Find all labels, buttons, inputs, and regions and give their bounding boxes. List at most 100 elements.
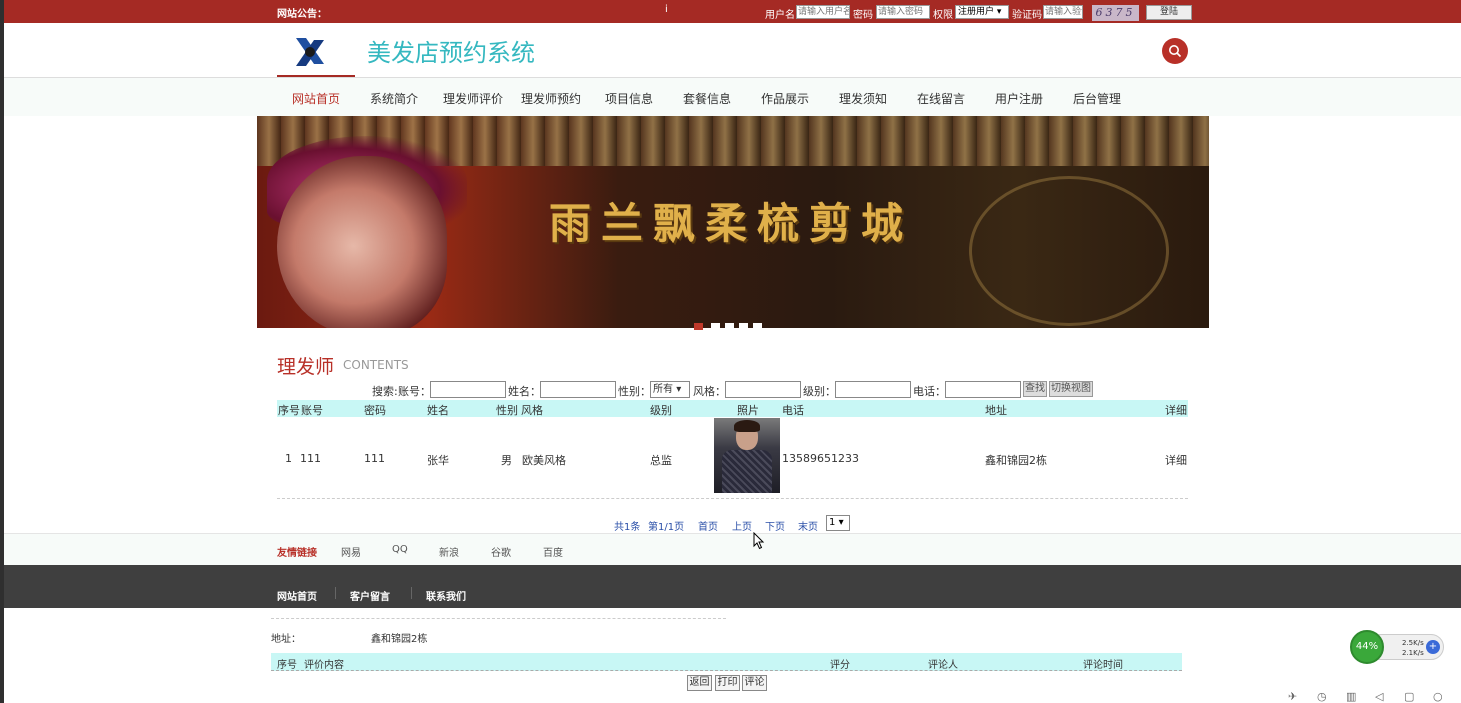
section-subtitle: CONTENTS <box>343 358 409 372</box>
col-style: 风格 <box>521 404 543 417</box>
gender-select-value: 所有 <box>653 384 673 395</box>
nav-item-intro[interactable]: 系统简介 <box>370 90 418 107</box>
top-login-bar: 网站公告： i 用户名 请输入用户名 密码 请输入密码 权限 注册用户 ▾ 验证… <box>4 0 1461 23</box>
review-table-header: 序号 评价内容 评分 评论人 评论时间 <box>271 653 1182 671</box>
cell-account: 111 <box>300 452 321 465</box>
footer-link-contact[interactable]: 联系我们 <box>426 588 466 603</box>
footer-divider <box>411 587 412 599</box>
review-col-score: 评分 <box>830 660 850 671</box>
photo-suit <box>722 450 772 493</box>
footer-link-messages[interactable]: 客户留言 <box>350 588 390 603</box>
slider-dot-4[interactable] <box>739 323 748 330</box>
search-style-label: 风格： <box>693 385 726 398</box>
search-gender-select[interactable]: 所有 ▾ <box>650 381 690 398</box>
info-icon[interactable]: i <box>665 4 668 15</box>
password-input[interactable]: 请输入密码 <box>876 5 930 19</box>
cell-detail-link[interactable]: 详细 <box>1165 452 1187 468</box>
slider-dot-3[interactable] <box>725 323 734 330</box>
stylist-section: 理发师 CONTENTS 搜索: 账号： 姓名： 性别： 所有 ▾ 风格： 级别… <box>4 344 1461 533</box>
print-button[interactable]: 打印 <box>715 675 740 691</box>
banner-ornament <box>969 176 1169 326</box>
col-gender: 性别 <box>496 404 518 417</box>
search-account-input[interactable] <box>430 381 506 398</box>
friend-link-google[interactable]: 谷歌 <box>491 544 511 559</box>
toggle-view-button[interactable]: 切换视图 <box>1049 381 1093 397</box>
window-icon[interactable]: ▢ <box>1404 690 1414 703</box>
nav-item-works[interactable]: 作品展示 <box>761 90 809 107</box>
nav-item-home[interactable]: 网站首页 <box>292 90 340 107</box>
role-select[interactable]: 注册用户 ▾ <box>955 5 1009 19</box>
nav-item-admin[interactable]: 后台管理 <box>1073 90 1121 107</box>
search-phone-input[interactable] <box>945 381 1021 398</box>
slider-dot-1[interactable] <box>694 323 703 330</box>
pager-last[interactable]: 末页 <box>798 518 818 533</box>
captcha-image[interactable]: 6375 <box>1092 5 1139 21</box>
captcha-input[interactable]: 请输入验证码 <box>1043 5 1083 19</box>
search-level-input[interactable] <box>835 381 911 398</box>
nav-item-register[interactable]: 用户注册 <box>995 90 1043 107</box>
main-nav: 网站首页 系统简介 理发师评价 理发师预约 项目信息 套餐信息 作品展示 理发须… <box>4 78 1461 116</box>
nav-item-stylist-review[interactable]: 理发师评价 <box>443 90 503 107</box>
rocket-icon[interactable]: ✈ <box>1288 690 1297 703</box>
nav-item-messages[interactable]: 在线留言 <box>917 90 965 107</box>
friend-link-sina[interactable]: 新浪 <box>439 544 459 559</box>
notice-label: 网站公告： <box>277 9 327 20</box>
login-button[interactable]: 登陆 <box>1146 5 1192 20</box>
pager-prev[interactable]: 上页 <box>732 518 752 533</box>
captcha-label: 验证码 <box>1012 10 1042 21</box>
search-style-input[interactable] <box>725 381 801 398</box>
nav-item-packages[interactable]: 套餐信息 <box>683 90 731 107</box>
pager-first[interactable]: 首页 <box>698 518 718 533</box>
nav-item-notice[interactable]: 理发须知 <box>839 90 887 107</box>
nav-item-projects[interactable]: 项目信息 <box>605 90 653 107</box>
stylist-photo[interactable] <box>714 418 780 493</box>
back-button[interactable]: 返回 <box>687 675 712 691</box>
nav-item-stylist-booking[interactable]: 理发师预约 <box>521 90 581 107</box>
col-index: 序号 <box>278 404 300 417</box>
search-name-label: 姓名： <box>508 385 541 398</box>
search-button[interactable] <box>1162 38 1188 64</box>
banner-slider[interactable]: 雨兰飘柔梳剪城 <box>257 116 1209 328</box>
search-level-label: 级别： <box>803 385 836 398</box>
chevron-down-icon: ▾ <box>996 7 1002 17</box>
network-speed-widget[interactable]: 44% 2.5K/s 2.1K/s + <box>1350 630 1444 664</box>
friend-link-baidu[interactable]: 百度 <box>543 544 563 559</box>
col-account: 账号 <box>301 404 323 417</box>
speaker-icon[interactable]: ◁ <box>1375 690 1383 703</box>
pager-select-value: 1 <box>829 517 836 528</box>
search-button[interactable]: 查找 <box>1023 381 1047 397</box>
section-title: 理发师 <box>277 356 335 378</box>
chevron-down-icon: ▾ <box>676 384 682 395</box>
footer-link-home[interactable]: 网站首页 <box>277 588 317 603</box>
plus-icon[interactable]: + <box>1426 640 1440 654</box>
search-name-input[interactable] <box>540 381 616 398</box>
banner-model-face <box>277 156 447 328</box>
cpu-percent: 44% <box>1350 630 1384 664</box>
pager-total: 共1条 <box>614 522 641 533</box>
review-col-time: 评论时间 <box>1083 660 1123 671</box>
role-label: 权限 <box>933 10 953 21</box>
username-input[interactable]: 请输入用户名 <box>796 5 850 19</box>
slider-dot-5[interactable] <box>753 323 762 330</box>
friend-link-qq[interactable]: QQ <box>392 544 408 555</box>
logo-underline <box>277 75 355 77</box>
pager-select[interactable]: 1 ▾ <box>826 515 850 531</box>
friend-link-netease[interactable]: 网易 <box>341 544 361 559</box>
detail-address-value: 鑫和锦园2栋 <box>371 634 428 645</box>
review-col-content: 评价内容 <box>304 660 344 671</box>
site-logo-icon <box>296 38 324 66</box>
clock-icon[interactable]: ◷ <box>1317 690 1327 703</box>
search-account-label: 账号： <box>398 385 431 398</box>
pager-next[interactable]: 下页 <box>765 518 785 533</box>
trash-icon[interactable]: ▥ <box>1346 690 1356 703</box>
chevron-down-icon: ▾ <box>838 517 844 528</box>
pager-page-info: 第1/1页 <box>648 522 685 533</box>
comment-button[interactable]: 评论 <box>742 675 767 691</box>
cell-style: 欧美风格 <box>522 454 566 467</box>
slider-dot-2[interactable] <box>711 323 720 330</box>
search-gender-label: 性别： <box>618 385 651 398</box>
table-header: 序号 账号 密码 姓名 性别 风格 级别 照片 电话 地址 详细 <box>277 400 1188 417</box>
cell-password: 111 <box>364 452 385 465</box>
zoom-icon[interactable]: ○ <box>1433 690 1443 703</box>
username-label: 用户名 <box>765 10 795 21</box>
